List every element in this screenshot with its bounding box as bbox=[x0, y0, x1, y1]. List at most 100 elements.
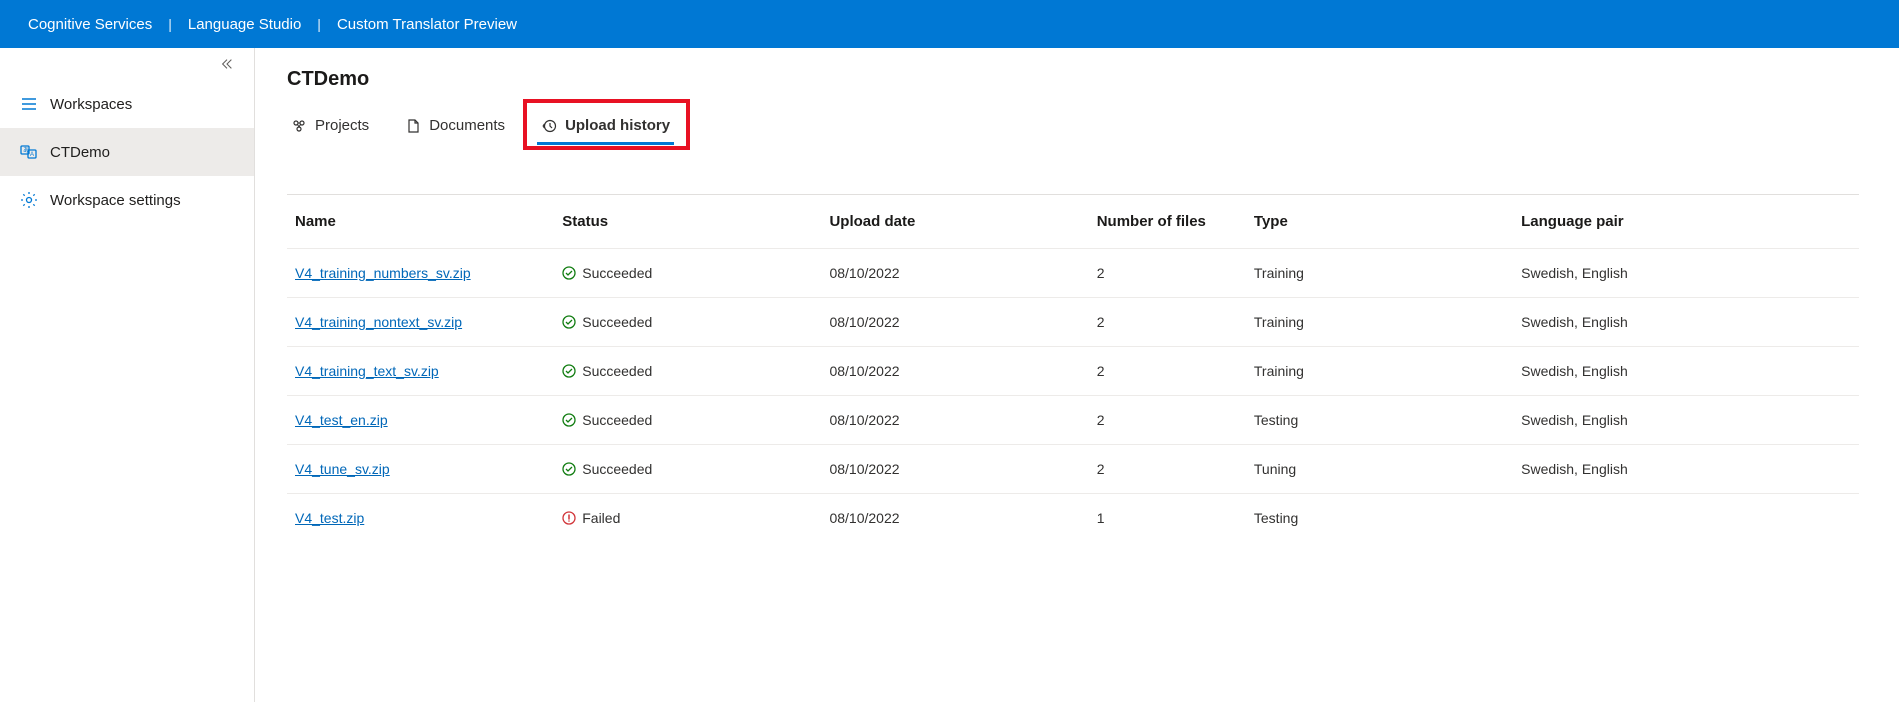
sidebar-item-workspaces[interactable]: Workspaces bbox=[0, 80, 254, 128]
sidebar-item-label: Workspaces bbox=[50, 96, 132, 113]
topbar-link-custom-translator[interactable]: Custom Translator Preview bbox=[337, 16, 517, 33]
cell-status: Succeeded bbox=[554, 347, 821, 396]
cell-language-pair: Swedish, English bbox=[1513, 249, 1859, 298]
tab-documents[interactable]: Documents bbox=[401, 109, 509, 144]
column-header-upload-date[interactable]: Upload date bbox=[821, 195, 1088, 249]
cell-name: V4_test_en.zip bbox=[287, 396, 554, 445]
upload-history-table: NameStatusUpload dateNumber of filesType… bbox=[287, 194, 1859, 542]
cell-type: Training bbox=[1246, 298, 1513, 347]
topbar-separator: | bbox=[317, 16, 321, 32]
svg-text:あ: あ bbox=[23, 147, 29, 154]
cell-name: V4_training_text_sv.zip bbox=[287, 347, 554, 396]
cell-number-of-files: 2 bbox=[1089, 445, 1246, 494]
cell-language-pair bbox=[1513, 494, 1859, 543]
page-title: CTDemo bbox=[287, 68, 1859, 91]
file-link[interactable]: V4_test.zip bbox=[295, 510, 364, 526]
cell-language-pair: Swedish, English bbox=[1513, 347, 1859, 396]
success-icon bbox=[562, 364, 576, 378]
success-icon bbox=[562, 413, 576, 427]
cell-name: V4_training_numbers_sv.zip bbox=[287, 249, 554, 298]
main-content: CTDemo Projects Documents Upload history N… bbox=[255, 48, 1899, 702]
topbar: Cognitive Services | Language Studio | C… bbox=[0, 0, 1899, 48]
column-header-type[interactable]: Type bbox=[1246, 195, 1513, 249]
column-header-number-of-files[interactable]: Number of files bbox=[1089, 195, 1246, 249]
column-header-language-pair[interactable]: Language pair bbox=[1513, 195, 1859, 249]
status-text: Succeeded bbox=[582, 363, 652, 379]
gear-icon bbox=[20, 191, 38, 209]
sidebar-item-label: CTDemo bbox=[50, 144, 110, 161]
cell-number-of-files: 2 bbox=[1089, 298, 1246, 347]
tab-label: Upload history bbox=[565, 117, 670, 134]
error-icon bbox=[562, 511, 576, 525]
cell-status: Failed bbox=[554, 494, 821, 543]
table-row: V4_tune_sv.zip Succeeded 08/10/20222Tuning… bbox=[287, 445, 1859, 494]
translate-icon: あA bbox=[20, 143, 38, 161]
sidebar-collapse-button[interactable] bbox=[0, 48, 254, 80]
table-row: V4_test_en.zip Succeeded 08/10/20222Testin… bbox=[287, 396, 1859, 445]
status-text: Succeeded bbox=[582, 461, 652, 477]
cell-type: Training bbox=[1246, 249, 1513, 298]
cell-language-pair: Swedish, English bbox=[1513, 396, 1859, 445]
cell-language-pair: Swedish, English bbox=[1513, 298, 1859, 347]
cell-type: Testing bbox=[1246, 494, 1513, 543]
cell-upload-date: 08/10/2022 bbox=[821, 445, 1088, 494]
chevron-left-double-icon bbox=[220, 57, 234, 71]
topbar-separator: | bbox=[168, 16, 172, 32]
file-link[interactable]: V4_training_numbers_sv.zip bbox=[295, 265, 471, 281]
list-icon bbox=[20, 95, 38, 113]
tab-upload-history[interactable]: Upload history bbox=[537, 109, 674, 144]
tab-label: Projects bbox=[315, 117, 369, 134]
file-link[interactable]: V4_test_en.zip bbox=[295, 412, 388, 428]
table-row: V4_training_nontext_sv.zip Succeeded 08/10… bbox=[287, 298, 1859, 347]
sidebar-item-label: Workspace settings bbox=[50, 192, 181, 209]
documents-icon bbox=[405, 118, 421, 134]
table-row: V4_test.zip Failed 08/10/20221Testing bbox=[287, 494, 1859, 543]
cell-number-of-files: 2 bbox=[1089, 249, 1246, 298]
status-text: Succeeded bbox=[582, 412, 652, 428]
file-link[interactable]: V4_training_text_sv.zip bbox=[295, 363, 439, 379]
topbar-link-cognitive-services[interactable]: Cognitive Services bbox=[28, 16, 152, 33]
cell-status: Succeeded bbox=[554, 249, 821, 298]
cell-number-of-files: 1 bbox=[1089, 494, 1246, 543]
tabs: Projects Documents Upload history bbox=[287, 109, 1859, 144]
cell-status: Succeeded bbox=[554, 396, 821, 445]
file-link[interactable]: V4_tune_sv.zip bbox=[295, 461, 390, 477]
tab-label: Documents bbox=[429, 117, 505, 134]
topbar-link-language-studio[interactable]: Language Studio bbox=[188, 16, 301, 33]
cell-upload-date: 08/10/2022 bbox=[821, 249, 1088, 298]
cell-upload-date: 08/10/2022 bbox=[821, 494, 1088, 543]
status-text: Failed bbox=[582, 510, 620, 526]
highlight-annotation: Upload history bbox=[523, 99, 690, 150]
status-text: Succeeded bbox=[582, 314, 652, 330]
success-icon bbox=[562, 315, 576, 329]
sidebar-item-ctdemo[interactable]: あA CTDemo bbox=[0, 128, 254, 176]
cell-status: Succeeded bbox=[554, 445, 821, 494]
sidebar-item-workspace-settings[interactable]: Workspace settings bbox=[0, 176, 254, 224]
cell-type: Tuning bbox=[1246, 445, 1513, 494]
cell-upload-date: 08/10/2022 bbox=[821, 396, 1088, 445]
column-header-status[interactable]: Status bbox=[554, 195, 821, 249]
cell-name: V4_tune_sv.zip bbox=[287, 445, 554, 494]
cell-type: Training bbox=[1246, 347, 1513, 396]
cell-name: V4_training_nontext_sv.zip bbox=[287, 298, 554, 347]
svg-text:A: A bbox=[30, 152, 34, 158]
cell-language-pair: Swedish, English bbox=[1513, 445, 1859, 494]
projects-icon bbox=[291, 118, 307, 134]
success-icon bbox=[562, 462, 576, 476]
file-link[interactable]: V4_training_nontext_sv.zip bbox=[295, 314, 462, 330]
sidebar: Workspaces あA CTDemo Workspace settings bbox=[0, 48, 255, 702]
cell-status: Succeeded bbox=[554, 298, 821, 347]
table-row: V4_training_numbers_sv.zip Succeeded 08/10… bbox=[287, 249, 1859, 298]
table-row: V4_training_text_sv.zip Succeeded 08/10/20… bbox=[287, 347, 1859, 396]
history-icon bbox=[541, 118, 557, 134]
status-text: Succeeded bbox=[582, 265, 652, 281]
cell-number-of-files: 2 bbox=[1089, 396, 1246, 445]
cell-upload-date: 08/10/2022 bbox=[821, 347, 1088, 396]
success-icon bbox=[562, 266, 576, 280]
cell-number-of-files: 2 bbox=[1089, 347, 1246, 396]
cell-type: Testing bbox=[1246, 396, 1513, 445]
cell-upload-date: 08/10/2022 bbox=[821, 298, 1088, 347]
column-header-name[interactable]: Name bbox=[287, 195, 554, 249]
tab-projects[interactable]: Projects bbox=[287, 109, 373, 144]
cell-name: V4_test.zip bbox=[287, 494, 554, 543]
